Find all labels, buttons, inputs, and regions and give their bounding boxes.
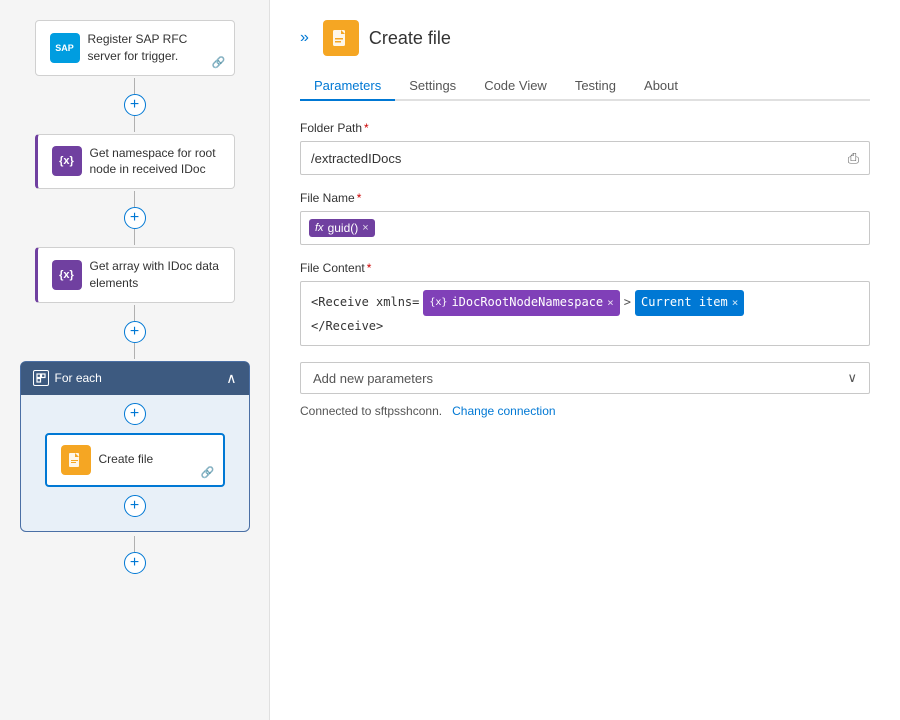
left-panel: SAP Register SAP RFC server for trigger.… [0,0,270,720]
add-step-inner-bottom-button[interactable]: + [124,495,146,517]
file-name-input[interactable]: fx guid() × [300,211,870,245]
panel-title: Create file [369,28,451,49]
expression-icon-1: {x} [52,146,82,176]
register-sap-node[interactable]: SAP Register SAP RFC server for trigger.… [35,20,235,76]
namespace-token-text: iDocRootNodeNamespace [451,292,603,314]
tab-settings[interactable]: Settings [395,72,470,101]
file-content-input[interactable]: <Receive xmlns= {x} iDocRootNodeNamespac… [300,281,870,346]
get-namespace-node[interactable]: {x} Get namespace for root node in recei… [35,134,235,190]
folder-path-input[interactable]: /extractedIDocs ⎙ [300,141,870,175]
connection-info: Connected to sftpsshconn. Change connect… [300,404,870,418]
right-panel: » Create file Parameters Settings Code V… [270,0,900,720]
file-content-line-2: </Receive> [311,316,859,338]
tabs-container: Parameters Settings Code View Testing Ab… [300,72,870,101]
create-file-icon [61,445,91,475]
for-each-label: For each [33,370,102,386]
folder-path-group: Folder Path* /extractedIDocs ⎙ [300,121,870,175]
tab-about[interactable]: About [630,72,692,101]
for-each-icon [33,370,49,386]
sap-icon: SAP [50,33,80,63]
get-array-node[interactable]: {x} Get array with IDoc data elements [35,247,235,303]
folder-path-value: /extractedIDocs [311,151,401,166]
add-step-1-button[interactable]: + [124,94,146,116]
folder-path-label: Folder Path* [300,121,870,135]
file-content-group: File Content* <Receive xmlns= {x} iDocRo… [300,261,870,346]
current-item-token-text: Current item [641,292,728,314]
connector-line [134,305,135,321]
connector-1: + [124,78,146,132]
add-params-label: Add new parameters [313,371,433,386]
expression-token-icon: {x} [429,294,447,312]
get-array-label: Get array with IDoc data elements [90,258,220,292]
guid-token-close[interactable]: × [362,222,368,234]
close-tag: </Receive> [311,316,383,338]
register-sap-label: Register SAP RFC server for trigger. [88,31,220,65]
file-name-label: File Name* [300,191,870,205]
namespace-token-close[interactable]: × [607,293,614,313]
namespace-token[interactable]: {x} iDocRootNodeNamespace × [423,290,619,316]
panel-header: » Create file [300,20,870,56]
change-connection-link[interactable]: Change connection [452,404,555,418]
chevron-down-icon: ∨ [847,370,857,386]
expression-icon-2: {x} [52,260,82,290]
panel-icon [323,20,359,56]
current-item-token[interactable]: Current item × [635,290,744,316]
connector-line-bottom [134,536,135,552]
connector-inner-top: + [124,403,146,425]
file-content-label: File Content* [300,261,870,275]
for-each-header[interactable]: For each ∧ [21,362,249,395]
guid-token-text: guid() [328,221,359,235]
connector-line [134,78,135,94]
add-step-bottom-button[interactable]: + [124,552,146,574]
add-step-inner-button[interactable]: + [124,403,146,425]
for-each-container: For each ∧ + Create file 🔗 + [20,361,250,532]
file-content-line-1: <Receive xmlns= {x} iDocRootNodeNamespac… [311,290,859,316]
tab-testing[interactable]: Testing [561,72,630,101]
add-params-button[interactable]: Add new parameters ∨ [300,362,870,394]
connector-bottom: + [124,536,146,574]
arrow-text: > [624,292,631,314]
connector-line [134,343,135,359]
back-arrow-icon[interactable]: » [300,29,309,47]
connector-line [134,191,135,207]
link-icon-inner: 🔗 [201,466,215,479]
connector-line [134,229,135,245]
for-each-text: For each [55,371,102,385]
connector-3: + [124,305,146,359]
open-tag-prefix: <Receive xmlns= [311,292,419,314]
connected-to-text: Connected to sftpsshconn. [300,404,442,418]
create-file-node[interactable]: Create file 🔗 [45,433,225,487]
collapse-button[interactable]: ∧ [226,370,236,387]
connector-line [134,116,135,132]
connector-inner-bottom: + [124,495,146,517]
tab-code-view[interactable]: Code View [470,72,561,101]
link-icon: 🔗 [212,56,226,69]
connector-2: + [124,191,146,245]
add-step-3-button[interactable]: + [124,321,146,343]
current-item-token-close[interactable]: × [732,293,739,313]
create-file-inner-label: Create file [99,451,154,468]
tab-parameters[interactable]: Parameters [300,72,395,101]
file-name-group: File Name* fx guid() × [300,191,870,245]
guid-token[interactable]: fx guid() × [309,219,375,237]
add-step-2-button[interactable]: + [124,207,146,229]
folder-path-icon: ⎙ [848,150,859,167]
fx-icon: fx [315,222,324,234]
get-namespace-label: Get namespace for root node in received … [90,145,220,179]
